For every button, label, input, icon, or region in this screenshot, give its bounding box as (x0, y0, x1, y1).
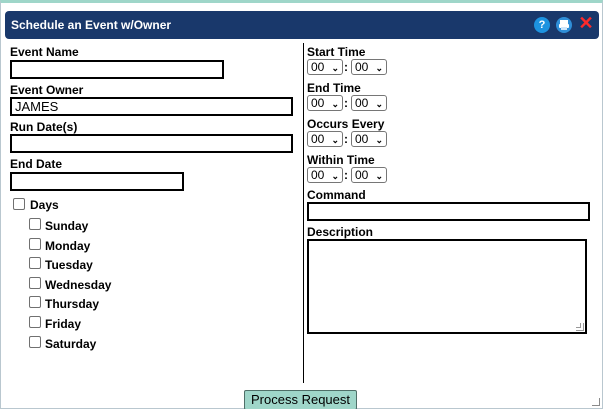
end-time-label: End Time (307, 81, 361, 95)
description-label: Description (307, 225, 374, 239)
end-date-label: End Date (10, 157, 63, 171)
dialog-titlebar: Schedule an Event w/Owner ? ✕ (5, 11, 599, 39)
chevron-down-icon: ⌄ (331, 63, 339, 73)
end-time-separator: : (344, 96, 348, 110)
chevron-down-icon: ⌄ (375, 99, 383, 109)
process-request-button[interactable]: Process Request (244, 390, 357, 409)
start-hour-value: 00 (311, 60, 325, 74)
sunday-label: Sunday (45, 219, 89, 233)
end-hour-value: 00 (311, 96, 325, 110)
close-icon[interactable]: ✕ (578, 13, 594, 33)
within-separator: : (344, 168, 348, 182)
command-input[interactable] (307, 202, 590, 221)
occurs-separator: : (344, 132, 348, 146)
wednesday-checkbox[interactable] (29, 277, 41, 289)
tuesday-label: Tuesday (45, 258, 93, 272)
sunday-checkbox[interactable] (29, 218, 41, 230)
wednesday-label: Wednesday (45, 278, 112, 292)
saturday-checkbox[interactable] (29, 336, 41, 348)
friday-checkbox[interactable] (29, 316, 41, 328)
event-owner-input[interactable]: JAMES (10, 97, 293, 116)
end-minute-select[interactable]: 00 ⌄ (351, 95, 387, 111)
friday-label: Friday (45, 317, 82, 331)
occurs-minute-value: 00 (355, 132, 369, 146)
within-minute-select[interactable]: 00 ⌄ (351, 167, 387, 183)
saturday-label: Saturday (45, 337, 97, 351)
monday-label: Monday (45, 239, 91, 253)
end-minute-value: 00 (355, 96, 369, 110)
end-date-input[interactable] (10, 172, 184, 191)
schedule-event-dialog: Schedule an Event w/Owner ? ✕ Event Name… (0, 0, 603, 409)
resize-grip-icon[interactable] (576, 323, 584, 331)
chevron-down-icon: ⌄ (331, 171, 339, 181)
column-divider (303, 43, 304, 383)
run-dates-input[interactable] (10, 134, 293, 153)
description-textarea[interactable] (307, 239, 587, 334)
within-minute-value: 00 (355, 168, 369, 182)
help-icon[interactable]: ? (534, 17, 550, 33)
start-hour-select[interactable]: 00 ⌄ (307, 59, 343, 75)
monday-checkbox[interactable] (29, 238, 41, 250)
within-hour-value: 00 (311, 168, 325, 182)
dialog-title: Schedule an Event w/Owner (11, 18, 172, 32)
thursday-label: Thursday (45, 297, 100, 311)
occurs-hour-value: 00 (311, 132, 325, 146)
end-hour-select[interactable]: 00 ⌄ (307, 95, 343, 111)
event-name-input[interactable] (10, 60, 224, 79)
occurs-hour-select[interactable]: 00 ⌄ (307, 131, 343, 147)
command-label: Command (307, 188, 366, 202)
start-minute-value: 00 (355, 60, 369, 74)
event-name-label: Event Name (10, 45, 79, 59)
within-hour-select[interactable]: 00 ⌄ (307, 167, 343, 183)
days-checkbox[interactable] (13, 198, 25, 210)
chevron-down-icon: ⌄ (375, 171, 383, 181)
occurs-every-label: Occurs Every (307, 117, 385, 131)
within-time-label: Within Time (307, 153, 375, 167)
dialog-resize-icon[interactable] (592, 398, 600, 406)
chevron-down-icon: ⌄ (375, 63, 383, 73)
print-icon[interactable] (556, 17, 572, 33)
chevron-down-icon: ⌄ (331, 99, 339, 109)
chevron-down-icon: ⌄ (375, 135, 383, 145)
chevron-down-icon: ⌄ (331, 135, 339, 145)
run-dates-label: Run Date(s) (10, 120, 78, 134)
event-owner-label: Event Owner (10, 83, 84, 97)
start-time-label: Start Time (307, 45, 366, 59)
start-minute-select[interactable]: 00 ⌄ (351, 59, 387, 75)
days-label: Days (30, 198, 59, 212)
start-time-separator: : (344, 60, 348, 74)
tuesday-checkbox[interactable] (29, 257, 41, 269)
occurs-minute-select[interactable]: 00 ⌄ (351, 131, 387, 147)
thursday-checkbox[interactable] (29, 296, 41, 308)
